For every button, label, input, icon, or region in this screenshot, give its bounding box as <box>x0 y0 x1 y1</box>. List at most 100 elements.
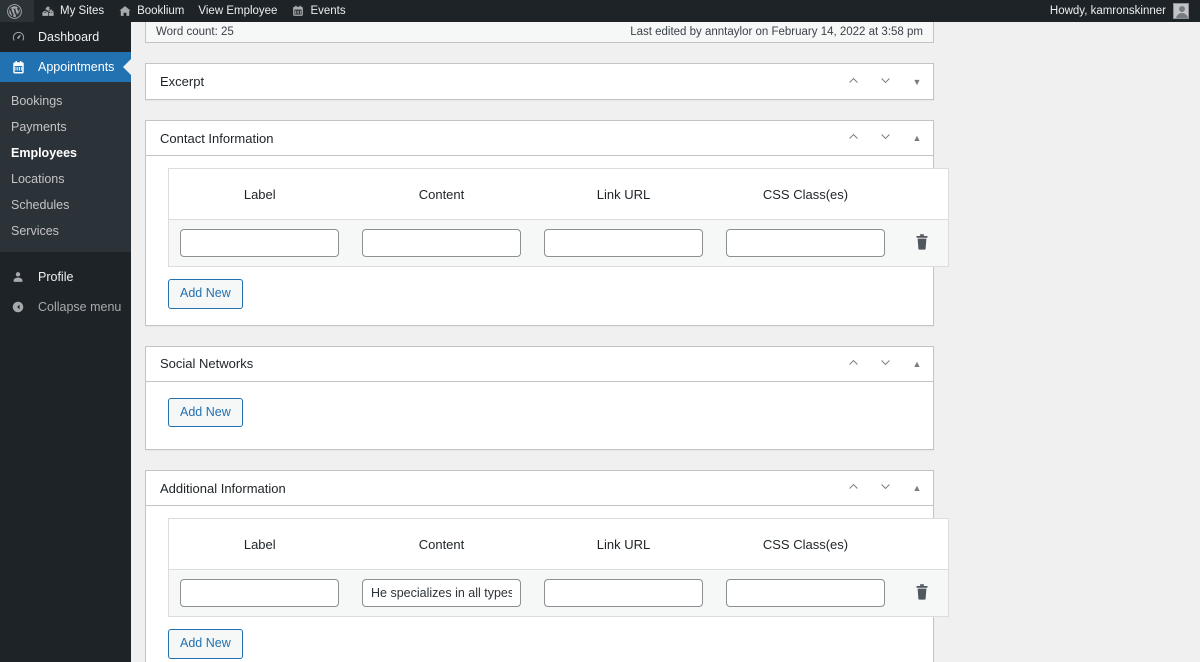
table-head: Label Content Link URL CSS Class(es) <box>168 518 949 570</box>
main-content-area: Word count: 25 Last edited by anntaylor … <box>131 22 1200 662</box>
column-header-content: Content <box>350 168 533 220</box>
move-down-button[interactable] <box>869 121 901 155</box>
sidebar-item-payments[interactable]: Payments <box>0 114 131 140</box>
move-up-button[interactable] <box>837 347 869 381</box>
sidebar-item-appointments[interactable]: Appointments <box>0 52 131 82</box>
sidebar-item-locations-label: Locations <box>11 172 65 186</box>
move-down-button[interactable] <box>869 471 901 505</box>
label-input[interactable] <box>180 229 340 257</box>
user-icon <box>11 270 31 284</box>
panel-excerpt-title: Excerpt <box>160 74 205 89</box>
move-down-button[interactable] <box>869 347 901 381</box>
calendar-icon <box>291 4 305 18</box>
column-header-content: Content <box>350 518 533 570</box>
chevron-down-icon <box>879 130 892 146</box>
toggle-panel-button[interactable]: ▲ <box>901 121 933 155</box>
move-up-button[interactable] <box>837 471 869 505</box>
move-up-button[interactable] <box>837 65 869 99</box>
add-new-button[interactable]: Add New <box>168 629 243 659</box>
admin-sidebar-menu: Dashboard Appointments Bookings Payments… <box>0 22 131 662</box>
add-new-button[interactable]: Add New <box>168 279 243 309</box>
content-input[interactable] <box>362 229 521 257</box>
panel-excerpt-actions: ▼ <box>837 64 933 99</box>
css-class-input[interactable] <box>726 579 885 607</box>
link-url-input[interactable] <box>544 579 703 607</box>
cell-css-class <box>714 219 897 267</box>
column-header-actions <box>896 518 949 570</box>
dashboard-icon <box>11 30 31 45</box>
triangle-up-icon: ▲ <box>912 133 922 143</box>
sidebar-item-dashboard[interactable]: Dashboard <box>0 22 131 52</box>
chevron-up-icon <box>847 130 860 146</box>
cell-content <box>350 569 533 617</box>
admin-bar-view-employee[interactable]: View Employee <box>191 0 284 22</box>
cell-actions <box>896 569 949 617</box>
column-header-label: Label <box>168 168 351 220</box>
cell-actions <box>896 219 949 267</box>
trash-icon <box>915 233 929 253</box>
panel-additional-information-header[interactable]: Additional Information ▲ <box>146 471 933 506</box>
howdy-label: Howdy, kamronskinner <box>1049 5 1166 17</box>
admin-bar-my-sites[interactable]: My Sites <box>34 0 111 22</box>
toggle-panel-button[interactable]: ▲ <box>901 471 933 505</box>
delete-row-button[interactable] <box>911 231 933 255</box>
cell-link-url <box>532 569 715 617</box>
admin-bar-events-label: Events <box>310 5 346 17</box>
delete-row-button[interactable] <box>911 581 933 605</box>
panel-additional-information-body: Label Content Link URL CSS Class(es) He … <box>146 506 949 662</box>
collapse-arrow-icon <box>11 300 31 314</box>
table-head: Label Content Link URL CSS Class(es) <box>168 168 949 220</box>
sidebar-item-profile[interactable]: Profile <box>0 262 131 292</box>
wp-logo-menu-item[interactable] <box>0 0 34 22</box>
sidebar-item-collapse-menu-label: Collapse menu <box>38 300 122 314</box>
sidebar-item-employees[interactable]: Employees <box>0 140 131 166</box>
table-header-row: Label Content Link URL CSS Class(es) <box>168 168 949 220</box>
cell-css-class <box>714 569 897 617</box>
panel-additional-information-actions: ▲ <box>837 471 933 506</box>
sidebar-item-collapse-menu[interactable]: Collapse menu <box>0 292 131 322</box>
sidebar-item-bookings[interactable]: Bookings <box>0 88 131 114</box>
css-class-input[interactable] <box>726 229 885 257</box>
move-down-button[interactable] <box>869 65 901 99</box>
panel-social-networks-body: Add New <box>146 382 933 450</box>
admin-bar-events[interactable]: Events <box>284 0 352 22</box>
content-input[interactable] <box>362 579 521 607</box>
admin-bar-site-name[interactable]: Booklium <box>111 0 191 22</box>
table-body <box>168 219 949 267</box>
panel-contact-information-body: Label Content Link URL CSS Class(es) Add… <box>146 156 949 325</box>
home-icon <box>118 4 132 18</box>
chevron-up-icon <box>847 480 860 496</box>
add-new-button[interactable]: Add New <box>168 397 243 427</box>
panel-excerpt-header[interactable]: Excerpt ▼ <box>146 64 933 99</box>
chevron-down-icon <box>879 74 892 90</box>
sidebar-item-services[interactable]: Services <box>0 218 131 244</box>
sidebar-item-profile-label: Profile <box>38 270 74 284</box>
table-row <box>168 219 949 267</box>
column-header-link-url: Link URL <box>532 168 715 220</box>
chevron-down-icon <box>879 480 892 496</box>
cell-content <box>350 219 533 267</box>
column-header-label: Label <box>168 518 351 570</box>
sidebar-item-schedules[interactable]: Schedules <box>0 192 131 218</box>
panel-contact-information-header[interactable]: Contact Information ▲ <box>146 121 933 156</box>
label-input[interactable] <box>180 579 340 607</box>
column-header-link-url: Link URL <box>532 518 715 570</box>
cell-label <box>168 219 351 267</box>
sidebar-item-locations[interactable]: Locations <box>0 166 131 192</box>
panel-social-networks-header[interactable]: Social Networks ▲ <box>146 347 933 382</box>
toggle-panel-button[interactable]: ▼ <box>901 65 933 99</box>
editor-wrap: Word count: 25 Last edited by anntaylor … <box>131 22 1200 662</box>
sidebar-separator <box>0 252 131 262</box>
move-up-button[interactable] <box>837 121 869 155</box>
table-row <box>168 569 949 617</box>
sidebar-item-payments-label: Payments <box>11 120 67 134</box>
link-url-input[interactable] <box>544 229 703 257</box>
editor-status-bar: Word count: 25 Last edited by anntaylor … <box>145 22 934 43</box>
trash-icon <box>915 583 929 603</box>
admin-bar-account-area: Howdy, kamronskinner <box>1043 0 1200 22</box>
toggle-panel-button[interactable]: ▲ <box>901 347 933 381</box>
admin-bar-my-sites-label: My Sites <box>60 5 105 17</box>
sidebar-item-dashboard-label: Dashboard <box>38 30 100 44</box>
admin-bar-my-account[interactable]: Howdy, kamronskinner <box>1043 0 1196 22</box>
column-header-css-class: CSS Class(es) <box>714 168 897 220</box>
